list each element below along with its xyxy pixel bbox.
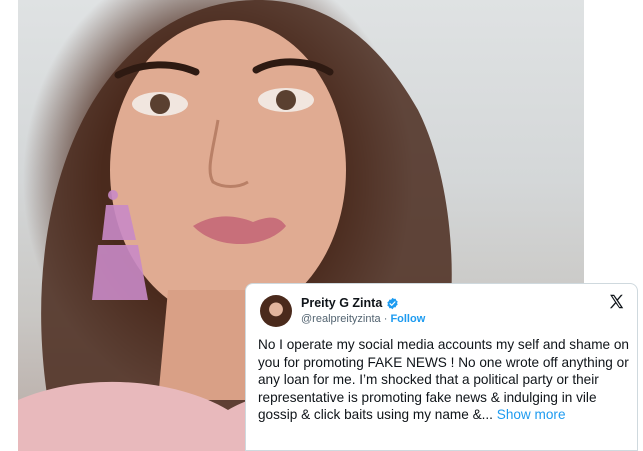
tweet-body: No I operate my social media accounts my… (258, 336, 633, 424)
author-row: Preity G Zinta (301, 296, 399, 310)
verified-badge-icon (387, 297, 398, 309)
display-name[interactable]: Preity G Zinta (301, 296, 382, 310)
embedded-tweet[interactable]: Preity G Zinta @realpreityzinta · Follow… (245, 283, 638, 451)
handle-row: @realpreityzinta · Follow (301, 313, 425, 325)
separator: · (380, 313, 391, 325)
tweet-text: No I operate my social media accounts my… (258, 337, 629, 423)
handle[interactable]: @realpreityzinta (301, 313, 381, 325)
avatar[interactable] (260, 295, 292, 327)
show-more-link[interactable]: Show more (497, 407, 566, 422)
x-logo-icon[interactable] (608, 293, 625, 310)
follow-button[interactable]: Follow (390, 313, 425, 325)
